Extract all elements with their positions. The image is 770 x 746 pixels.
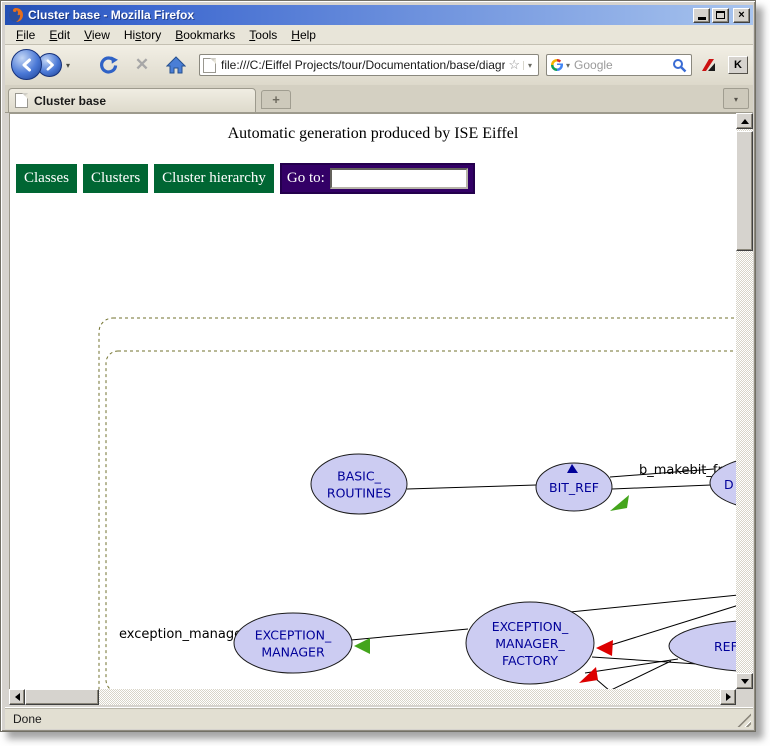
tab-page-icon [15,93,28,108]
page-nav-buttons: ClassesClustersCluster hierarchy [16,164,280,193]
vertical-scrollbar[interactable] [736,113,753,689]
horizontal-scrollbar[interactable] [9,689,736,705]
home-button[interactable] [163,52,189,78]
back-arrow-icon [20,58,34,72]
window-title: Cluster base - Mozilla Firefox [28,8,693,22]
back-button[interactable] [11,49,42,80]
class-node-label: ROUTINES [327,486,391,501]
nav-button-clusters[interactable]: Clusters [83,164,148,193]
firefox-icon [8,7,24,23]
right-arrow-icon [726,693,735,701]
menu-tools[interactable]: Tools [242,26,284,44]
down-arrow-icon [741,679,749,688]
scroll-down-button[interactable] [736,673,753,689]
arrow-marker [579,667,598,683]
menu-bookmarks[interactable]: Bookmarks [168,26,242,44]
arrow-marker [596,640,613,656]
arrow-marker [354,638,370,654]
class-node-label: BIT_REF [549,480,599,495]
class-node[interactable] [311,454,407,514]
class-node-label: EXCEPTION_ [492,619,569,634]
home-icon [166,55,186,75]
nav-button-cluster-hierarchy[interactable]: Cluster hierarchy [154,164,274,193]
list-all-tabs-button[interactable]: ▾ [723,88,749,109]
k-button[interactable]: K [728,56,748,74]
search-bar[interactable]: ▾ Google [546,54,692,76]
url-bar[interactable]: file:///C:/Eiffel Projects/tour/Document… [199,54,539,76]
url-dropdown-caret[interactable]: ▾ [523,61,536,70]
menu-view[interactable]: View [77,26,117,44]
relation-edge [351,629,468,640]
firefox-window: Cluster base - Mozilla Firefox × FileEdi… [0,0,756,732]
edge-label: b_makebit_fr [639,463,723,478]
class-node-label: MANAGER [261,645,325,660]
menu-help[interactable]: Help [284,26,323,44]
class-node-label: MANAGER_ [495,636,565,651]
cluster-label: exception_manager [119,627,248,642]
search-engine-dropdown-caret[interactable]: ▾ [564,61,574,70]
google-icon [550,58,564,72]
minimize-button[interactable] [693,8,710,23]
search-input[interactable]: Google [574,58,672,72]
resize-grip[interactable] [737,713,751,727]
scrollbar-corner [736,689,753,705]
reload-icon [98,55,119,76]
url-text[interactable]: file:///C:/Eiffel Projects/tour/Document… [221,58,505,72]
menu-history[interactable]: History [117,26,168,44]
maximize-icon [716,11,725,19]
class-node-label: EXCEPTION_ [255,628,332,643]
goto-label: Go to: [287,170,325,187]
menu-edit[interactable]: Edit [42,26,77,44]
tab-cluster-base[interactable]: Cluster base [8,88,256,112]
arrow-marker [610,495,629,511]
desktop: Cluster base - Mozilla Firefox × FileEdi… [0,0,770,746]
relation-edge [596,679,610,689]
class-node-label: FACTORY [502,653,558,668]
page-toolbar: ClassesClustersCluster hierarchy Go to: [16,163,475,194]
search-icon[interactable] [672,58,687,73]
scroll-right-button[interactable] [720,689,736,705]
menu-bar: FileEditViewHistoryBookmarksToolsHelp [5,25,753,45]
stop-button[interactable]: ✕ [129,52,155,78]
relation-edge [612,485,711,489]
bookmark-star-icon[interactable]: ☆ [505,57,523,73]
navigation-toolbar: ▾ ✕ file:///C:/Eiffel Projects/tour/Docu… [5,45,753,85]
nav-button-classes[interactable]: Classes [16,164,77,193]
page-icon [203,58,216,73]
status-text: Done [13,712,42,726]
new-tab-button[interactable]: + [261,90,291,109]
vertical-scroll-thumb[interactable] [736,131,753,251]
horizontal-scroll-thumb[interactable] [25,689,99,705]
minimize-icon [698,17,706,20]
tab-strip: Cluster base + ▾ [5,85,753,113]
forward-arrow-icon [44,59,56,71]
reload-button[interactable] [95,52,121,78]
cluster-diagram: b_makebit_fr exception_manager BASIC_ ROUTI… [10,114,736,689]
left-arrow-icon [11,693,20,701]
page-content: b_makebit_fr exception_manager BASIC_ ROUTI… [9,113,736,689]
back-forward-group: ▾ [11,48,81,82]
class-node-label: REFA [714,639,736,654]
class-node[interactable] [234,613,352,673]
tab-label: Cluster base [34,94,106,108]
status-bar: Done [5,707,753,729]
maximize-button[interactable] [712,8,729,23]
relation-edge [570,595,736,612]
goto-box: Go to: [280,163,475,194]
scroll-up-button[interactable] [736,113,753,129]
close-button[interactable]: × [733,8,750,23]
page-heading: Automatic generation produced by ISE Eif… [10,125,736,143]
kaspersky-icon[interactable] [701,57,717,73]
up-arrow-icon [741,115,749,124]
window-controls: × [693,8,750,23]
menu-file[interactable]: File [9,26,42,44]
titlebar[interactable]: Cluster base - Mozilla Firefox × [5,5,753,25]
history-dropdown-caret[interactable]: ▾ [66,61,70,70]
class-node-label: D [724,477,734,492]
goto-input[interactable] [330,168,468,189]
scroll-left-button[interactable] [9,689,25,705]
relation-edge [407,485,536,489]
relation-edge [585,659,678,673]
class-node-label: BASIC_ [337,469,381,484]
